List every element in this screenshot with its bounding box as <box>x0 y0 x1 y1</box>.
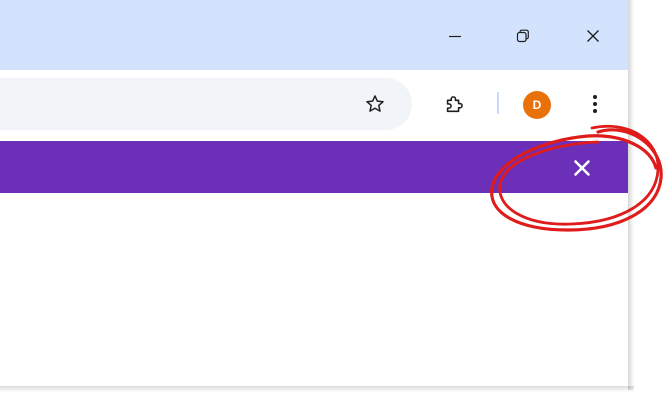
restore-button[interactable] <box>499 14 547 58</box>
notification-banner <box>0 141 628 193</box>
minimize-icon <box>449 35 461 38</box>
puzzle-piece-icon <box>446 96 463 113</box>
minimize-button[interactable] <box>431 14 479 58</box>
restore-icon <box>516 29 529 43</box>
profile-avatar-button[interactable]: D <box>523 91 551 119</box>
page-content <box>0 193 628 386</box>
window-shadow-right <box>628 0 634 390</box>
address-bar[interactable] <box>0 78 412 130</box>
profile-initial: D <box>532 98 542 112</box>
close-icon <box>587 30 599 42</box>
browser-menu-button[interactable] <box>579 88 611 120</box>
star-outline-icon <box>366 95 384 112</box>
banner-close-button[interactable] <box>560 153 604 183</box>
title-bar <box>0 0 628 70</box>
window-shadow-bottom <box>0 386 634 392</box>
toolbar-separator <box>497 92 499 114</box>
extensions-button[interactable] <box>438 88 470 120</box>
close-icon <box>574 160 590 176</box>
browser-window <box>0 0 628 386</box>
vertical-dots-icon <box>593 95 597 113</box>
window-close-button[interactable] <box>569 14 617 58</box>
bookmark-star-button[interactable] <box>359 88 391 120</box>
